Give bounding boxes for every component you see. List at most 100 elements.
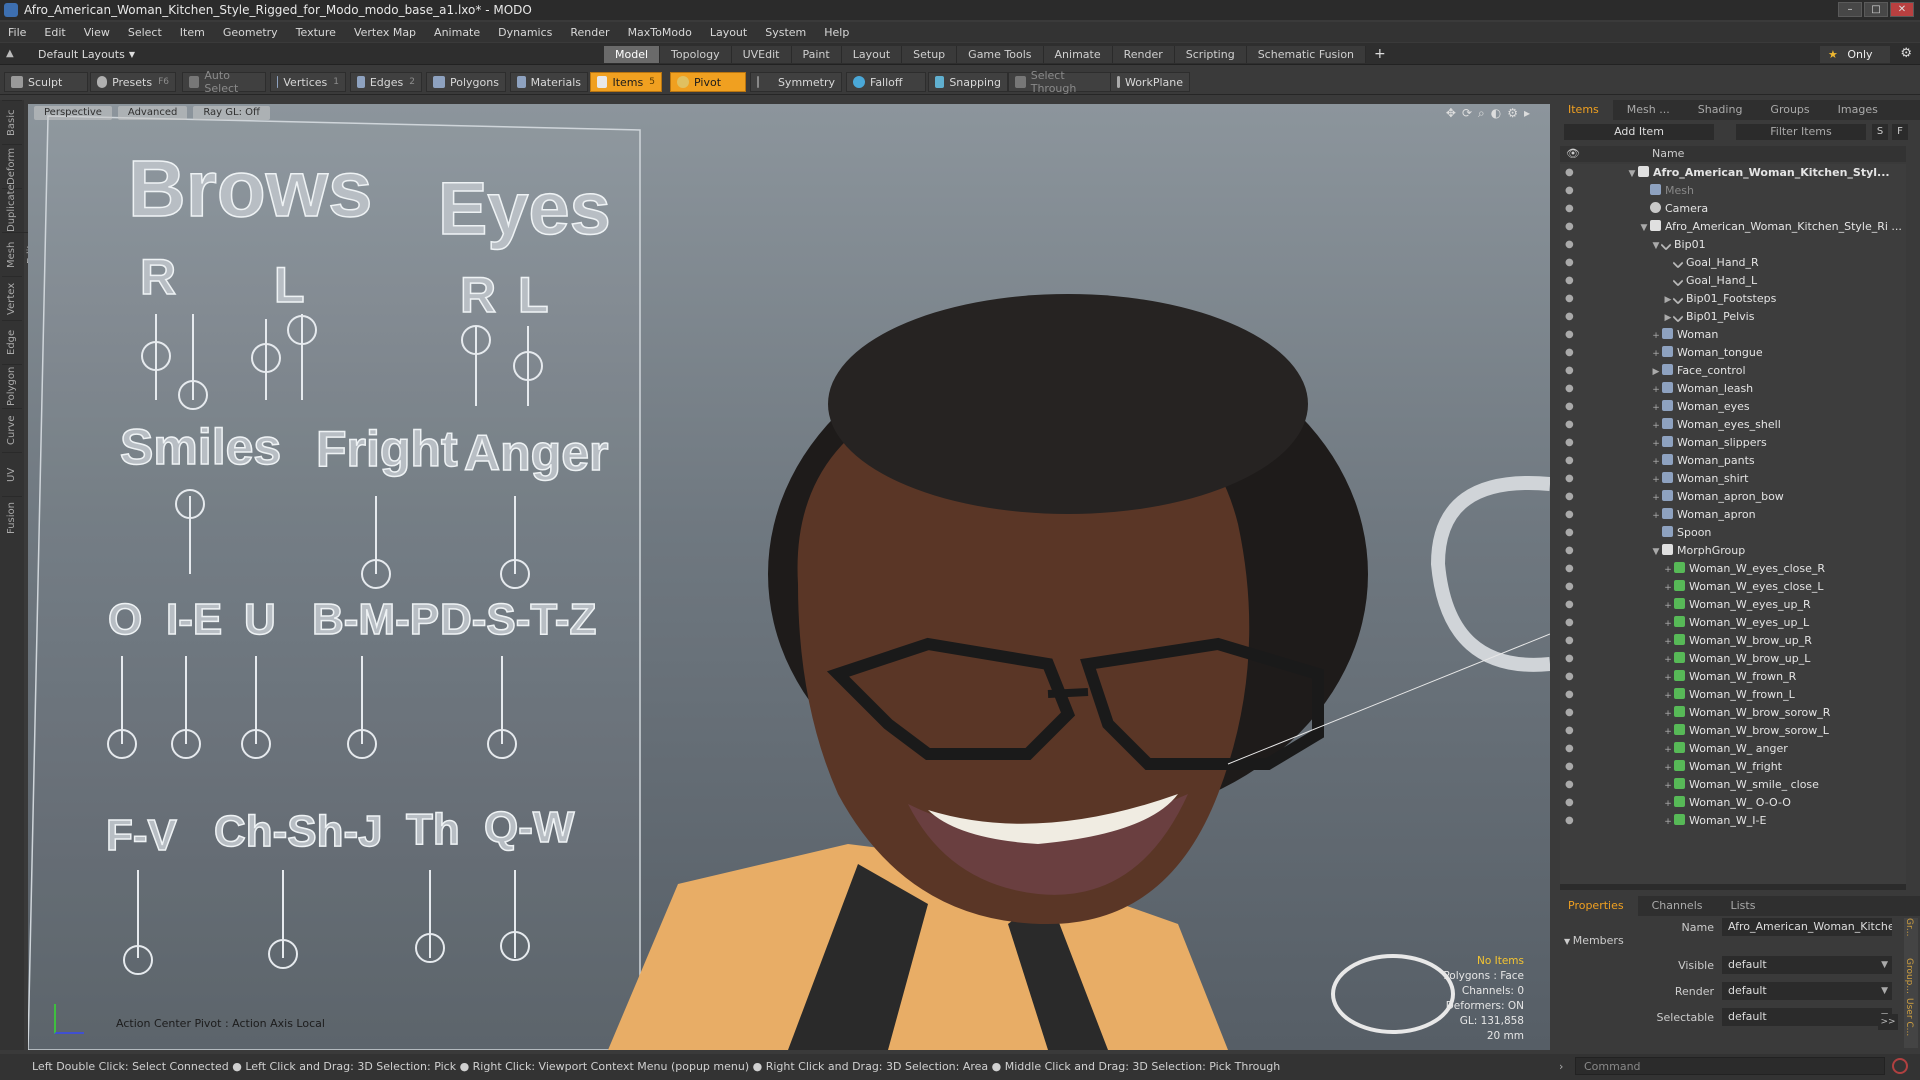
visibility-eye-icon[interactable]: ●	[1565, 470, 1574, 488]
tab-model[interactable]: Model	[604, 46, 661, 63]
tab-shading[interactable]: Shading	[1684, 100, 1757, 120]
tree-row[interactable]: ● + Woman_W_ O-O-O	[1560, 794, 1906, 812]
advanced-menu[interactable]: Advanced	[117, 106, 188, 120]
tree-expander-icon[interactable]: +	[1662, 579, 1674, 597]
tab-animate[interactable]: Animate	[1043, 46, 1113, 63]
tree-row[interactable]: ● + Woman_W_brow_up_R	[1560, 632, 1906, 650]
tree-expander-icon[interactable]: ▼	[1626, 165, 1638, 183]
visibility-eye-icon[interactable]: ●	[1565, 200, 1574, 218]
visibility-eye-icon[interactable]: ●	[1565, 236, 1574, 254]
visibility-eye-icon[interactable]: ●	[1565, 650, 1574, 668]
add-tab-icon[interactable]: +	[1366, 46, 1394, 63]
tree-row[interactable]: ● + Woman_slippers	[1560, 434, 1906, 452]
visibility-eye-icon[interactable]: ●	[1565, 794, 1574, 812]
tree-expander-icon[interactable]: +	[1650, 417, 1662, 435]
tree-expander-icon[interactable]: +	[1662, 669, 1674, 687]
tree-expander-icon[interactable]: +	[1662, 813, 1674, 831]
tree-row[interactable]: ● + Woman_W_fright	[1560, 758, 1906, 776]
tree-expander-icon[interactable]: +	[1662, 651, 1674, 669]
raygl-menu[interactable]: Ray GL: Off	[193, 106, 270, 120]
menu-file[interactable]: File	[8, 26, 26, 39]
visibility-eye-icon[interactable]: ●	[1565, 488, 1574, 506]
tab-topology[interactable]: Topology	[660, 46, 732, 63]
menu-animate[interactable]: Animate	[434, 26, 480, 39]
workplane-button[interactable]: WorkPlane	[1110, 72, 1190, 92]
visibility-eye-icon[interactable]: ●	[1565, 506, 1574, 524]
tab-mesh[interactable]: Mesh ...	[1613, 100, 1684, 120]
symmetry-button[interactable]: Symmetry	[750, 72, 842, 92]
tree-row[interactable]: ● + Woman_eyes	[1560, 398, 1906, 416]
3d-viewport[interactable]: Perspective Advanced Ray GL: Off ✥⟳⌕◐⚙▸ …	[28, 104, 1550, 1050]
visibility-eye-icon[interactable]: ●	[1565, 740, 1574, 758]
layout-selector[interactable]: ▲ Default Layouts ▼	[6, 46, 135, 62]
tree-row[interactable]: ● + Woman_eyes_shell	[1560, 416, 1906, 434]
tooltab-deform[interactable]: Deform	[2, 144, 22, 188]
tree-row[interactable]: ● + Woman_leash	[1560, 380, 1906, 398]
pivot-button[interactable]: Pivot	[670, 72, 746, 92]
f-button[interactable]: F	[1892, 124, 1908, 140]
snapping-button[interactable]: Snapping	[928, 72, 1008, 92]
menu-view[interactable]: View	[84, 26, 110, 39]
tree-row[interactable]: ● + Woman_W_brow_up_L	[1560, 650, 1906, 668]
visibility-eye-icon[interactable]: ●	[1565, 596, 1574, 614]
menu-geometry[interactable]: Geometry	[223, 26, 278, 39]
tree-expander-icon[interactable]: +	[1662, 561, 1674, 579]
sculpt-button[interactable]: Sculpt	[4, 72, 88, 92]
tree-row[interactable]: ● ▼ MorphGroup	[1560, 542, 1906, 560]
add-item-button[interactable]: Add Item	[1564, 124, 1714, 140]
viewport-nav-icons[interactable]: ✥⟳⌕◐⚙▸	[1446, 106, 1536, 121]
visibility-eye-icon[interactable]: ●	[1565, 290, 1574, 308]
tree-row[interactable]: ● + Woman_W_brow_sorow_L	[1560, 722, 1906, 740]
materials-button[interactable]: Materials	[510, 72, 588, 92]
s-button[interactable]: S	[1872, 124, 1888, 140]
tree-row[interactable]: ● ▼ Afro_American_Woman_Kitchen_Style_Ri .…	[1560, 218, 1906, 236]
tree-row[interactable]: ● Goal_Hand_R	[1560, 254, 1906, 272]
record-icon[interactable]	[1892, 1058, 1908, 1074]
tree-row[interactable]: ● + Woman_W_eyes_up_L	[1560, 614, 1906, 632]
minimize-button[interactable]: –	[1838, 2, 1862, 17]
maximize-button[interactable]: □	[1864, 2, 1888, 17]
tree-row[interactable]: ● + Woman_W_eyes_close_R	[1560, 560, 1906, 578]
visible-dropdown[interactable]: default ▼	[1722, 956, 1892, 974]
tree-row[interactable]: ● + Woman_shirt	[1560, 470, 1906, 488]
tab-scripting[interactable]: Scripting	[1174, 46, 1247, 63]
tree-expander-icon[interactable]: +	[1662, 633, 1674, 651]
menu-system[interactable]: System	[765, 26, 806, 39]
vertices-button[interactable]: Vertices 1	[270, 72, 346, 92]
visibility-eye-icon[interactable]: ●	[1565, 614, 1574, 632]
visibility-eye-icon[interactable]: ●	[1565, 452, 1574, 470]
edges-button[interactable]: Edges 2	[350, 72, 422, 92]
visibility-eye-icon[interactable]: ●	[1565, 524, 1574, 542]
tooltab-uv[interactable]: UV	[2, 452, 22, 496]
menu-select[interactable]: Select	[128, 26, 162, 39]
menu-layout[interactable]: Layout	[710, 26, 747, 39]
tree-row[interactable]: ● + Woman_W_frown_L	[1560, 686, 1906, 704]
tab-properties[interactable]: Properties	[1554, 896, 1638, 916]
tree-expander-icon[interactable]: +	[1650, 381, 1662, 399]
tree-row[interactable]: ● + Woman_W_brow_sorow_R	[1560, 704, 1906, 722]
tree-expander-icon[interactable]: +	[1662, 795, 1674, 813]
falloff-button[interactable]: Falloff	[846, 72, 926, 92]
tree-expander-icon[interactable]: +	[1650, 435, 1662, 453]
tree-expander-icon[interactable]: +	[1650, 471, 1662, 489]
sidetab-user[interactable]: User C...	[1904, 998, 1914, 1038]
presets-button[interactable]: Presets F6	[90, 72, 176, 92]
visibility-eye-icon[interactable]: ●	[1565, 326, 1574, 344]
tree-scrollbar[interactable]	[1560, 884, 1906, 890]
render-dropdown[interactable]: default ▼	[1722, 982, 1892, 1000]
rotate-gizmo[interactable]	[1331, 954, 1455, 1034]
gear-icon[interactable]: ⚙	[1900, 46, 1912, 61]
sidetab-group[interactable]: Group...	[1904, 958, 1914, 998]
tree-expander-icon[interactable]: +	[1650, 327, 1662, 345]
tree-row[interactable]: ● ▼ Afro_American_Woman_Kitchen_Styl...	[1560, 164, 1906, 182]
tree-row[interactable]: ● + Woman_W_ anger	[1560, 740, 1906, 758]
name-field[interactable]: Afro_American_Woman_Kitchen_Style_R	[1722, 918, 1892, 936]
close-button[interactable]: ✕	[1890, 2, 1914, 17]
visibility-eye-icon[interactable]: ●	[1565, 272, 1574, 290]
tooltab-curve[interactable]: Curve	[2, 408, 22, 452]
tooltab-basic[interactable]: Basic	[2, 100, 22, 144]
tree-expander-icon[interactable]: +	[1650, 345, 1662, 363]
expand-button[interactable]: >>	[1878, 1014, 1898, 1030]
visibility-eye-icon[interactable]: ●	[1565, 398, 1574, 416]
visibility-eye-icon[interactable]: ●	[1565, 218, 1574, 236]
